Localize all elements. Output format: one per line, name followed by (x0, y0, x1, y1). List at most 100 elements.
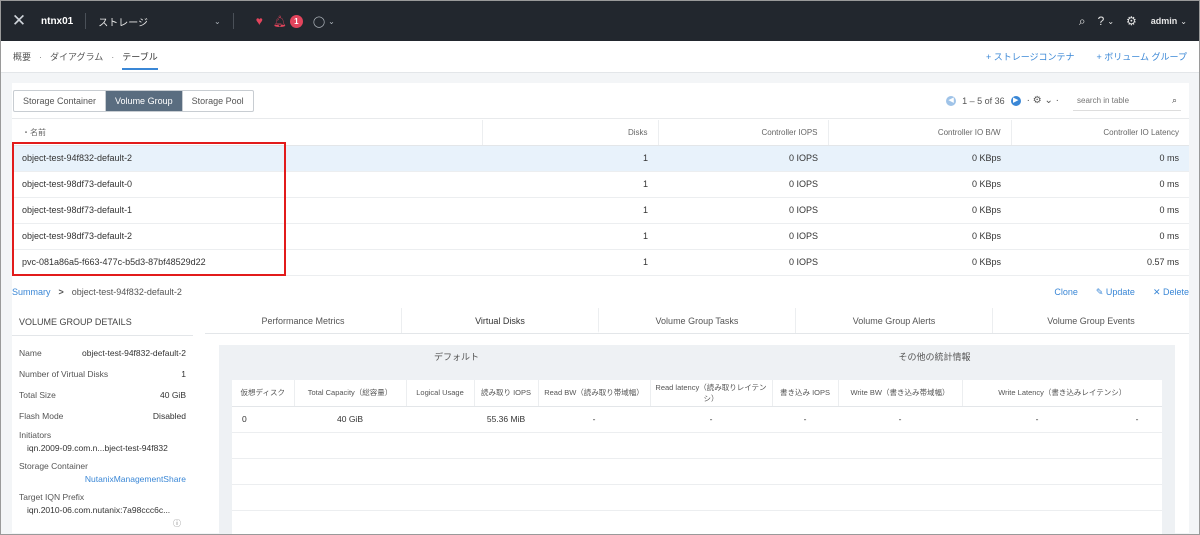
subnav-actions: + ストレージコンテナ + ボリューム グループ (964, 50, 1199, 63)
detail-pane: Performance Metrics Virtual Disks Volume… (205, 308, 1189, 534)
nav-diagram[interactable]: ダイアグラム (50, 50, 103, 63)
nav-table[interactable]: テーブル (122, 50, 158, 70)
page-range: 1 – 5 of 36 (962, 95, 1005, 106)
col-read-latency-header[interactable]: Read latency（読み取りレイテンシ） (650, 380, 773, 407)
col-latency-header[interactable]: Controller IO Latency (1011, 120, 1189, 146)
chevron-down-icon[interactable]: ⌄ (214, 17, 221, 26)
tab-volume-group-events[interactable]: Volume Group Events (993, 308, 1189, 333)
empty-row (232, 458, 1162, 485)
prev-page-icon[interactable]: ◀ (946, 95, 957, 106)
search-icon[interactable]: ⌕ (1172, 95, 1177, 106)
divider (232, 13, 234, 29)
detail-label: Flash Mode (19, 410, 64, 421)
nutanix-x-logo-icon[interactable]: ✕ (1, 11, 37, 31)
tab-storage-container[interactable]: Storage Container (14, 90, 107, 111)
group-other-stats: その他の統計情報 (898, 352, 971, 362)
col-write-bw-header[interactable]: Write BW（書き込み帯域幅） (838, 380, 963, 407)
col-write-latency-header[interactable]: Write Latency（書き込みレイテンシ） (962, 380, 1162, 407)
chevron-down-icon[interactable]: ⌄ (1180, 17, 1187, 26)
sub-navigation: 概要 · ダイアグラム · テーブル + ストレージコンテナ + ボリューム グ… (1, 41, 1199, 73)
health-heart-icon[interactable]: ♥ (256, 14, 263, 28)
col-total-capacity-header[interactable]: Total Capacity（総容量） (294, 380, 407, 407)
update-button[interactable]: ✎ Update (1096, 287, 1135, 298)
table-row[interactable]: pvc-081a86a5-f663-477c-b5d3-87bf48529d22… (12, 249, 1189, 276)
app-window: ✕ ntnx01 ストレージ ⌄ ♥ 🔔︎ 1 ◯ ⌄ ⌕ ? ⌄ ⚙ admi… (0, 0, 1200, 535)
table-settings-gear-icon[interactable]: · ⚙ ⌄ · (1027, 95, 1059, 106)
tab-performance-metrics[interactable]: Performance Metrics (205, 308, 402, 333)
add-storage-container-link[interactable]: + ストレージコンテナ (986, 50, 1075, 63)
volume-group-details: VOLUME GROUP DETAILS Name object-test-94… (12, 308, 193, 533)
tab-volume-group[interactable]: Volume Group (106, 90, 183, 111)
table-row[interactable]: 0 40 GiB 55.36 MiB - - - - - - (232, 406, 1162, 433)
user-menu[interactable]: admin (1151, 16, 1178, 26)
table-search-input[interactable] (1077, 95, 1161, 105)
chevron-down-icon[interactable]: ⌄ (1107, 17, 1114, 26)
vg-latency-cell: 0 ms (1011, 171, 1189, 198)
add-volume-group-link[interactable]: + ボリューム グループ (1097, 50, 1187, 63)
col-name-header[interactable]: ・名前 (12, 120, 483, 146)
cluster-name[interactable]: ntnx01 (41, 16, 73, 27)
vdisk-write-latency-cell: - (962, 406, 1112, 433)
details-header: VOLUME GROUP DETAILS (12, 308, 193, 336)
vg-latency-cell: 0 ms (1011, 197, 1189, 224)
tab-volume-group-alerts[interactable]: Volume Group Alerts (796, 308, 993, 333)
tasks-circle-icon[interactable]: ◯ (313, 15, 325, 28)
table-row[interactable]: object-test-94f832-default-2 1 0 IOPS 0 … (12, 145, 1189, 172)
nav-overview[interactable]: 概要 (13, 50, 31, 63)
table-search: ⌕ (1073, 91, 1181, 111)
detail-row-vdisks: Number of Virtual Disks 1 (12, 363, 193, 384)
entity-segmented-control: Storage Container Volume Group Storage P… (13, 89, 254, 112)
alert-count-badge[interactable]: 1 (289, 14, 303, 28)
col-read-iops-header[interactable]: 読み取り IOPS (474, 380, 539, 407)
info-icon[interactable]: ⓘ (173, 518, 181, 529)
delete-button[interactable]: ✕ Delete (1153, 287, 1189, 298)
gear-icon[interactable]: ⚙ (1126, 14, 1137, 28)
detail-value: Disabled (152, 410, 186, 421)
summary-bar: Summary > object-test-94f832-default-2 C… (12, 282, 1189, 302)
vg-name-cell: object-test-98df73-default-2 (12, 223, 482, 250)
vdisk-write-iops-cell: - (772, 406, 838, 433)
selected-object-name: object-test-94f832-default-2 (71, 287, 182, 297)
vdisk-capacity-cell: 40 GiB (294, 406, 406, 433)
tab-volume-group-tasks[interactable]: Volume Group Tasks (599, 308, 796, 333)
vg-iops-cell: 0 IOPS (658, 197, 828, 224)
col-logical-usage-header[interactable]: Logical Usage (406, 380, 475, 407)
alert-bell-icon[interactable]: 🔔︎ (273, 15, 287, 28)
chevron-down-icon[interactable]: ⌄ (328, 17, 335, 26)
detail-value: 40 GiB (160, 389, 186, 400)
detail-row-size: Total Size 40 GiB (12, 384, 193, 405)
pager: ◀ 1 – 5 of 36 ▶ · ⚙ ⌄ · ⌕ (946, 91, 1189, 111)
nav-separator: · (111, 51, 115, 62)
col-iops-header[interactable]: Controller IOPS (658, 120, 829, 146)
top-bar: ✕ ntnx01 ストレージ ⌄ ♥ 🔔︎ 1 ◯ ⌄ ⌕ ? ⌄ ⚙ admi… (1, 1, 1199, 41)
detail-label: Initiators (19, 430, 52, 440)
vg-bw-cell: 0 KBps (828, 249, 1011, 276)
search-icon[interactable]: ⌕ (1079, 14, 1086, 29)
table-row[interactable]: object-test-98df73-default-2 1 0 IOPS 0 … (12, 223, 1189, 250)
detail-value: iqn.2010-06.com.nutanix:7a98ccc6c... (27, 505, 171, 515)
next-page-icon[interactable]: ▶ (1010, 95, 1021, 106)
vg-bw-cell: 0 KBps (828, 223, 1011, 250)
detail-row-flash: Flash Mode Disabled (12, 405, 193, 426)
summary-link[interactable]: Summary (12, 287, 51, 297)
section-selector[interactable]: ストレージ (98, 14, 148, 29)
col-bw-header[interactable]: Controller IO B/W (828, 120, 1012, 146)
tab-virtual-disks[interactable]: Virtual Disks (402, 308, 599, 333)
chevron-right-icon: > (58, 287, 64, 297)
volume-group-table: ・名前 Disks Controller IOPS Controller IO … (12, 120, 1189, 276)
col-disks-header[interactable]: Disks (482, 120, 659, 146)
table-row[interactable]: object-test-98df73-default-0 1 0 IOPS 0 … (12, 171, 1189, 198)
detail-label: Name (19, 347, 42, 358)
empty-row (232, 484, 1162, 511)
vg-name-cell: object-test-94f832-default-2 (12, 145, 482, 172)
storage-container-link[interactable]: NutanixManagementShare (19, 474, 186, 484)
col-read-bw-header[interactable]: Read BW（読み取り帯域幅） (538, 380, 651, 407)
col-vdisk-header[interactable]: 仮想ディスク (232, 380, 295, 407)
table-row[interactable]: object-test-98df73-default-1 1 0 IOPS 0 … (12, 197, 1189, 224)
tab-storage-pool[interactable]: Storage Pool (183, 91, 253, 111)
help-icon[interactable]: ? (1098, 14, 1105, 28)
entity-tabs-row: Storage Container Volume Group Storage P… (12, 83, 1189, 119)
clone-button[interactable]: Clone (1054, 287, 1078, 298)
col-write-iops-header[interactable]: 書き込み IOPS (772, 380, 839, 407)
vdisk-index-cell: 0 (232, 406, 294, 433)
